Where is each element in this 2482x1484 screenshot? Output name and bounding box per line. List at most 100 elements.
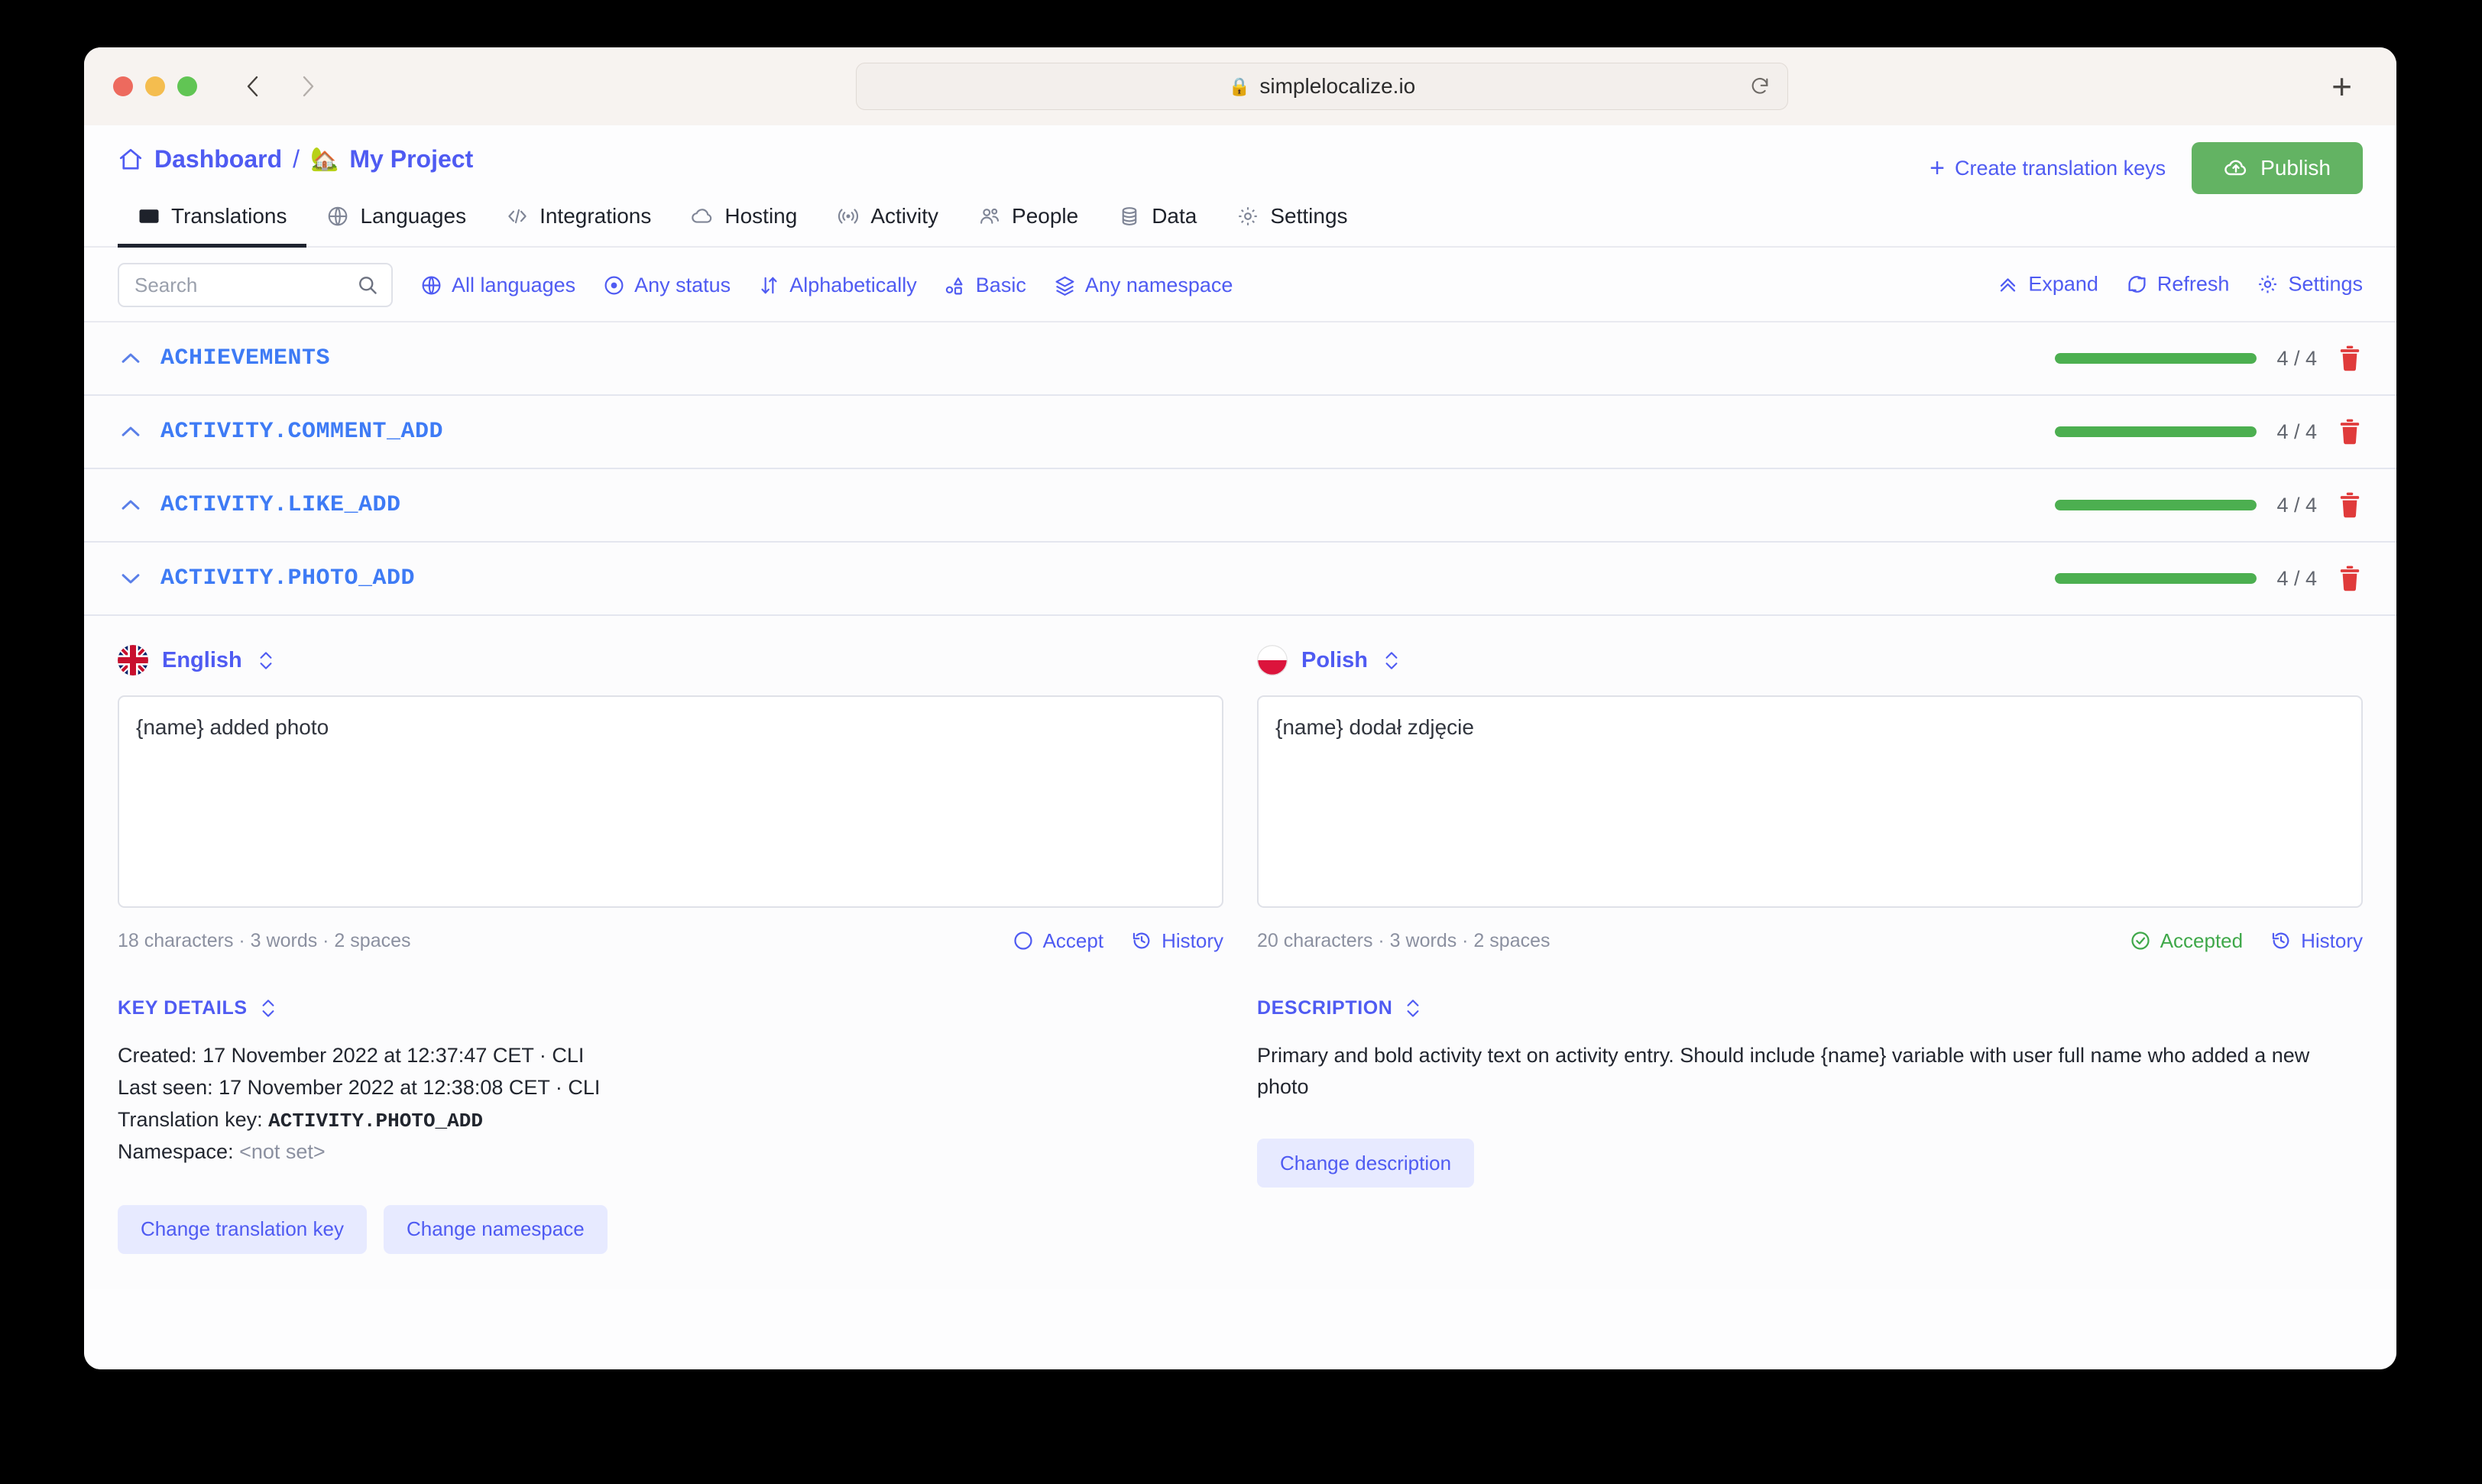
accepted-status-polish[interactable]: Accepted (2130, 929, 2243, 953)
translation-actions-polish: Accepted History (2130, 929, 2363, 953)
description-header[interactable]: DESCRIPTION (1257, 996, 2363, 1020)
chevron-up-icon[interactable] (118, 492, 144, 518)
delete-key-icon[interactable] (2337, 344, 2363, 373)
translation-count: 4 / 4 (2276, 420, 2317, 443)
globe-icon (422, 276, 441, 294)
tab-hosting-label: Hosting (724, 204, 798, 228)
filter-all-languages[interactable]: All languages (420, 274, 575, 297)
svg-text:文: 文 (150, 212, 158, 222)
address-bar[interactable]: 🔒 simplelocalize.io (856, 63, 1788, 110)
tab-hosting[interactable]: Hosting (671, 193, 817, 248)
language-header-polish: Polish (1257, 642, 2363, 679)
table-row[interactable]: ACTIVITY.COMMENT_ADD 4 / 4 (84, 396, 2396, 469)
tab-activity[interactable]: Activity (817, 193, 958, 248)
new-tab-button[interactable]: + (2331, 69, 2352, 104)
translation-column-polish: Polish 20 characters · 3 words · 2 space… (1257, 642, 2363, 1254)
progress-bar (2055, 353, 2257, 364)
filter-basic-label: Basic (975, 273, 1026, 296)
uk-flag-icon (118, 645, 148, 676)
filter-any-namespace[interactable]: Any namespace (1054, 274, 1233, 297)
gear-icon (2259, 275, 2277, 293)
chevron-updown-icon[interactable] (1382, 648, 1401, 672)
expand-button[interactable]: Expand (1997, 273, 2098, 296)
browser-chrome: 🔒 simplelocalize.io + (84, 47, 2396, 125)
delete-key-icon[interactable] (2337, 564, 2363, 593)
tab-languages[interactable]: Languages (306, 193, 486, 248)
language-name-polish: Polish (1301, 647, 1369, 672)
tab-translations[interactable]: A 文 Translations (118, 193, 307, 248)
table-row[interactable]: ACTIVITY.LIKE_ADD 4 / 4 (84, 469, 2396, 543)
circle-icon (1013, 932, 1032, 950)
forward-chevron-icon[interactable] (298, 73, 318, 99)
tab-integrations[interactable]: Integrations (486, 193, 671, 248)
filter-any-status[interactable]: Any status (603, 274, 731, 297)
delete-key-icon[interactable] (2337, 417, 2363, 446)
tab-settings[interactable]: Settings (1217, 193, 1367, 248)
translation-textarea-polish[interactable] (1257, 695, 2363, 908)
created-label: Created: (118, 1044, 197, 1067)
close-window-button[interactable] (113, 76, 133, 96)
publish-label: Publish (2260, 156, 2331, 180)
back-chevron-icon[interactable] (243, 73, 263, 99)
project-emoji-icon: 🏡 (310, 147, 339, 172)
row-status: 4 / 4 (2055, 564, 2363, 593)
breadcrumb-dashboard[interactable]: Dashboard (154, 145, 282, 173)
filter-basic-view[interactable]: Basic (945, 274, 1026, 297)
tab-people[interactable]: People (958, 193, 1098, 248)
poland-flag-icon (1257, 645, 1288, 676)
progress-bar (2055, 426, 2257, 437)
chevron-updown-icon[interactable] (1403, 996, 1423, 1020)
change-translation-key-button[interactable]: Change translation key (118, 1204, 367, 1254)
translation-meta-english: 18 characters · 3 words · 2 spaces Accep… (118, 925, 1223, 956)
change-namespace-button[interactable]: Change namespace (383, 1204, 608, 1254)
toolbar-settings-button[interactable]: Settings (2257, 273, 2363, 296)
description-buttons: Change description (1257, 1139, 2363, 1188)
key-details-buttons: Change translation key Change namespace (118, 1204, 1223, 1254)
chevron-updown-icon[interactable] (258, 996, 278, 1020)
chevron-updown-icon[interactable] (256, 648, 276, 672)
people-icon (980, 208, 1000, 224)
tab-settings-label: Settings (1270, 204, 1348, 228)
progress-bar (2055, 500, 2257, 510)
search-field (118, 263, 393, 307)
translation-textarea-english[interactable] (118, 695, 1223, 908)
publish-button[interactable]: Publish (2192, 142, 2363, 194)
create-translation-keys-button[interactable]: + Create translation keys (1930, 155, 2166, 181)
chevron-up-icon[interactable] (118, 419, 144, 445)
refresh-button[interactable]: Refresh (2126, 272, 2230, 296)
code-icon (508, 209, 527, 224)
history-button-english[interactable]: History (1131, 929, 1223, 953)
search-icon[interactable] (356, 274, 379, 296)
refresh-label: Refresh (2156, 272, 2230, 296)
tab-data[interactable]: Data (1098, 193, 1217, 248)
translation-key-value: ACTIVITY.PHOTO_ADD (268, 1109, 483, 1132)
key-details-header[interactable]: KEY DETAILS (118, 996, 1223, 1020)
change-description-button[interactable]: Change description (1257, 1139, 1475, 1188)
tab-languages-label: Languages (360, 204, 467, 228)
translate-icon: A 文 (139, 209, 159, 223)
header-actions: + Create translation keys Publish (1930, 142, 2363, 194)
toolbar-right-actions: Expand Refresh Settings (1997, 273, 2363, 296)
language-header-english: English (118, 642, 1223, 679)
chevrons-up-icon (2001, 278, 2016, 292)
search-input[interactable] (118, 263, 393, 307)
accept-button-english[interactable]: Accept (1013, 929, 1103, 953)
text-stats-english: 18 characters · 3 words · 2 spaces (118, 929, 411, 951)
history-label-english: History (1162, 928, 1223, 952)
toolbar-settings-label: Settings (2288, 272, 2363, 296)
chevron-down-icon[interactable] (118, 565, 144, 591)
plus-icon: + (1930, 154, 1946, 183)
reload-icon[interactable] (1749, 76, 1771, 97)
history-button-polish[interactable]: History (2270, 929, 2363, 953)
breadcrumb-project[interactable]: My Project (349, 145, 473, 173)
table-row[interactable]: ACHIEVEMENTS 4 / 4 (84, 322, 2396, 396)
maximize-window-button[interactable] (177, 76, 197, 96)
table-row-expanded[interactable]: ACTIVITY.PHOTO_ADD 4 / 4 (84, 543, 2396, 616)
delete-key-icon[interactable] (2337, 491, 2363, 520)
filter-alphabetically[interactable]: Alphabetically (758, 274, 917, 297)
translation-count: 4 / 4 (2276, 566, 2317, 590)
tab-data-label: Data (1152, 204, 1197, 228)
minimize-window-button[interactable] (145, 76, 165, 96)
home-icon[interactable] (118, 147, 144, 173)
chevron-up-icon[interactable] (118, 345, 144, 371)
